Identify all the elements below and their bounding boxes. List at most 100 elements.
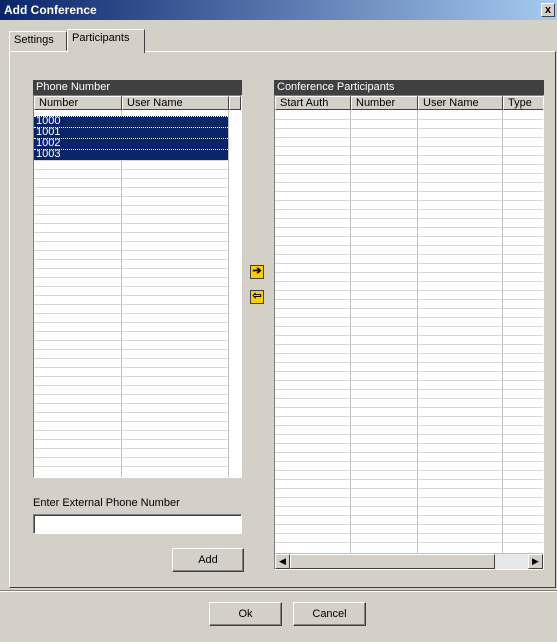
- column-header-number[interactable]: Number: [34, 96, 122, 110]
- external-phone-input[interactable]: [33, 514, 242, 534]
- grid-row-line: [275, 218, 543, 219]
- grid-row-line: [34, 268, 228, 269]
- grid-row-line: [34, 295, 228, 296]
- grid-row-line: [275, 236, 543, 237]
- grid-row-line: [275, 227, 543, 228]
- scroll-thumb[interactable]: [290, 554, 495, 569]
- grid-row-line: [34, 457, 228, 458]
- grid-row-line: [275, 155, 543, 156]
- grid-row-line: [275, 209, 543, 210]
- table-row[interactable]: 1001: [34, 127, 228, 138]
- conference-participants-list[interactable]: Start Auth Number User Name Type ◀ ▶: [274, 95, 544, 570]
- grid-row-line: [275, 254, 543, 255]
- cancel-button[interactable]: Cancel: [293, 602, 366, 626]
- grid-row-line: [34, 439, 228, 440]
- tab-participants[interactable]: Participants: [67, 29, 145, 53]
- grid-row-line: [34, 313, 228, 314]
- grid-row-line: [275, 434, 543, 435]
- close-icon: x: [544, 4, 552, 16]
- grid-row-line: [34, 223, 228, 224]
- arrow-left-icon: ⇦: [252, 290, 262, 302]
- grid-row-line: [34, 232, 228, 233]
- grid-row-line: [275, 488, 543, 489]
- grid-row-line: [34, 205, 228, 206]
- grid-row-line: [275, 389, 543, 390]
- column-header-user-name[interactable]: User Name: [418, 96, 503, 110]
- scroll-left-button[interactable]: ◀: [275, 554, 290, 569]
- external-phone-label: Enter External Phone Number: [33, 497, 180, 509]
- column-header-type[interactable]: Type: [503, 96, 543, 110]
- grid-row-line: [34, 304, 228, 305]
- ok-button[interactable]: Ok: [209, 602, 282, 626]
- grid-row-line: [275, 191, 543, 192]
- scroll-right-icon: ▶: [532, 556, 539, 566]
- arrow-right-icon: ➔: [252, 265, 262, 277]
- grid-row-line: [275, 173, 543, 174]
- add-participant-button[interactable]: ➔: [250, 265, 264, 279]
- table-row[interactable]: 1002: [34, 138, 228, 149]
- grid-row-line: [34, 187, 228, 188]
- grid-row-line: [275, 416, 543, 417]
- grid-row-line: [275, 308, 543, 309]
- grid-row-line: [275, 182, 543, 183]
- grid-row-line: [275, 380, 543, 381]
- grid-row-line: [275, 506, 543, 507]
- grid-row-line: [275, 326, 543, 327]
- grid-row-line: [34, 466, 228, 467]
- grid-row-line: [275, 344, 543, 345]
- grid-row-line: [275, 470, 543, 471]
- remove-participant-button[interactable]: ⇦: [250, 290, 264, 304]
- grid-row-line: [34, 322, 228, 323]
- grid-row-line: [275, 524, 543, 525]
- add-button[interactable]: Add: [172, 548, 244, 572]
- grid-row-line: [275, 263, 543, 264]
- grid-row-line: [275, 137, 543, 138]
- grid-row-line: [275, 281, 543, 282]
- grid-row-line: [34, 367, 228, 368]
- grid-row-line: [275, 290, 543, 291]
- window-title: Add Conference: [4, 3, 97, 17]
- grid-row-line: [275, 164, 543, 165]
- column-header-number[interactable]: Number: [351, 96, 418, 110]
- grid-row-line: [275, 452, 543, 453]
- column-header-start-auth[interactable]: Start Auth: [275, 96, 351, 110]
- grid-row-line: [275, 443, 543, 444]
- table-row[interactable]: 1003: [34, 149, 228, 160]
- grid-row-line: [275, 299, 543, 300]
- table-row[interactable]: 1000: [34, 116, 228, 127]
- grid-row-line: [34, 241, 228, 242]
- grid-row-line: [34, 259, 228, 260]
- grid-row-line: [34, 160, 228, 161]
- grid-row-line: [275, 272, 543, 273]
- phone-number-group-title: Phone Number: [33, 80, 242, 95]
- row-number: 1003: [36, 148, 61, 160]
- grid-row-line: [275, 398, 543, 399]
- grid-row-line: [275, 479, 543, 480]
- scroll-right-button[interactable]: ▶: [528, 554, 543, 569]
- column-header-user-name[interactable]: User Name: [122, 96, 229, 110]
- grid-row-line: [34, 169, 228, 170]
- tab-settings-label: Settings: [14, 34, 54, 46]
- tab-settings[interactable]: Settings: [9, 31, 67, 51]
- phone-number-list[interactable]: Number User Name 1000 1001 1002 1003: [33, 95, 242, 478]
- grid-row-line: [275, 200, 543, 201]
- grid-row-line: [34, 286, 228, 287]
- title-bar[interactable]: Add Conference x: [0, 0, 557, 20]
- add-button-label: Add: [198, 554, 218, 566]
- close-button[interactable]: x: [541, 3, 555, 17]
- grid-row-line: [34, 214, 228, 215]
- grid-row-line: [275, 497, 543, 498]
- grid-row-line: [34, 358, 228, 359]
- grid-row-line: [275, 407, 543, 408]
- grid-row-line: [34, 349, 228, 350]
- grid-row-line: [275, 317, 543, 318]
- grid-row-line: [34, 421, 228, 422]
- grid-row-line: [34, 178, 228, 179]
- cancel-button-label: Cancel: [312, 608, 347, 620]
- grid-row-line: [34, 448, 228, 449]
- grid-row-line: [275, 362, 543, 363]
- grid-row-line: [275, 128, 543, 129]
- grid-row-line: [275, 335, 543, 336]
- horizontal-scrollbar[interactable]: ◀ ▶: [275, 553, 543, 569]
- grid-row-line: [275, 119, 543, 120]
